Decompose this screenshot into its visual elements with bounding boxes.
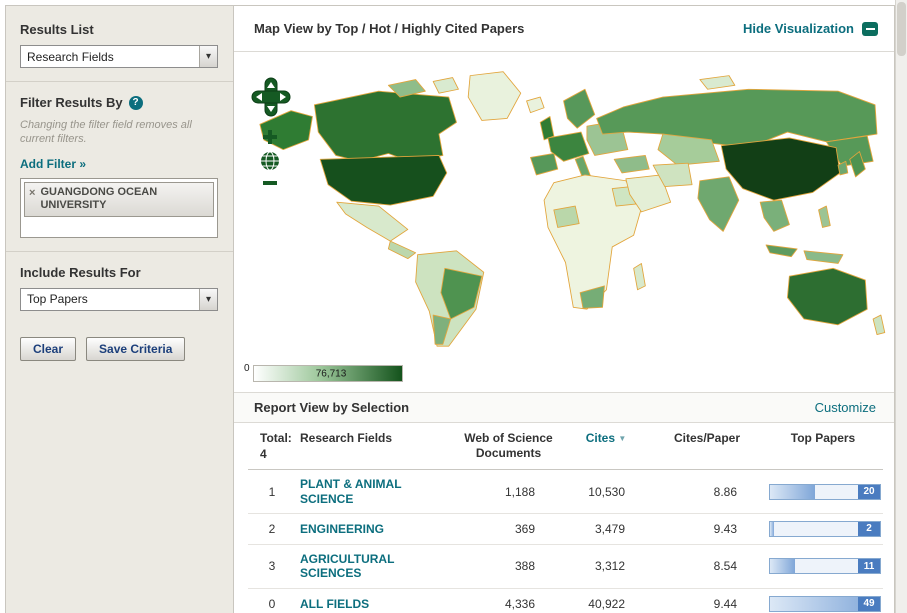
results-list-select[interactable]: Research Fields ▾ [20,45,218,68]
hide-visualization-link[interactable]: Hide Visualization [743,21,854,36]
app-frame: Results List Research Fields ▾ Filter Re… [5,5,895,613]
report-title: Report View by Selection [254,400,409,415]
map-canvas [242,62,890,359]
cites-per-paper-cell: 9.43 [651,513,763,544]
top-papers-value: 2 [858,522,880,536]
top-papers-value: 20 [858,485,880,499]
field-link[interactable]: ALL FIELDS [300,597,369,611]
field-link[interactable]: AGRICULTURAL SCIENCES [300,552,452,581]
filter-tag[interactable]: × GUANGDONG OCEAN UNIVERSITY [24,182,214,218]
divider [6,251,233,252]
add-filter-link[interactable]: Add Filter » [20,157,86,171]
page: Results List Research Fields ▾ Filter Re… [0,0,907,613]
legend-min-label: 0 [244,363,250,374]
scrollbar[interactable] [895,0,907,613]
clear-button[interactable]: Clear [20,337,76,361]
include-results-label: Include Results For [20,265,219,280]
include-results-value: Top Papers [27,292,88,306]
legend-max-label: 76,713 [316,368,347,379]
cites-per-paper-cell: 8.86 [651,470,763,514]
top-papers-bar: 49 [769,596,881,612]
report-table: Total: 4 Research Fields Web of Science … [248,423,883,613]
table-row: 3 AGRICULTURAL SCIENCES 388 3,312 8.54 1… [248,544,883,588]
world-map[interactable] [242,62,890,354]
col-header-documents[interactable]: Web of Science Documents [456,423,561,470]
total-value: 4 [260,447,292,463]
field-link[interactable]: ENGINEERING [300,522,384,536]
divider [6,81,233,82]
cites-cell: 40,922 [561,588,651,613]
map-zoom-control[interactable] [258,128,282,199]
top-papers-bar: 2 [769,521,881,537]
total-label: Total: [260,431,292,447]
docs-cell: 388 [456,544,561,588]
scrollbar-thumb[interactable] [897,2,906,56]
docs-cell: 4,336 [456,588,561,613]
main-panel: Map View by Top / Hot / Highly Cited Pap… [234,6,894,613]
col-header-cites[interactable]: Cites ▼ [561,423,651,470]
cites-header-label: Cites [586,431,615,445]
docs-cell: 369 [456,513,561,544]
table-row: 2 ENGINEERING 369 3,479 9.43 2 [248,513,883,544]
map-area: 0 76,713 [234,52,894,392]
col-header-top-papers[interactable]: Top Papers [763,423,883,470]
top-papers-value: 11 [858,559,880,573]
col-header-cites-per-paper[interactable]: Cites/Paper [651,423,763,470]
rank-cell: 3 [248,544,296,588]
collapse-icon[interactable] [862,22,878,36]
legend-gradient: 76,713 [253,365,403,382]
top-papers-bar: 20 [769,484,881,500]
chevron-down-icon: ▾ [199,46,217,67]
filter-note: Changing the filter field removes all cu… [20,118,219,147]
top-papers-value: 49 [858,597,880,611]
total-block: Total: 4 [252,431,292,462]
sidebar: Results List Research Fields ▾ Filter Re… [6,6,234,613]
filter-list: × GUANGDONG OCEAN UNIVERSITY [20,178,218,238]
map-pan-control[interactable] [250,76,292,123]
customize-link[interactable]: Customize [815,400,876,415]
remove-filter-icon[interactable]: × [29,187,35,201]
map-panel-header: Map View by Top / Hot / Highly Cited Pap… [234,6,894,52]
docs-cell: 1,188 [456,470,561,514]
top-papers-bar: 11 [769,558,881,574]
zoom-out-icon [263,181,277,185]
report-table-wrap: Total: 4 Research Fields Web of Science … [234,423,894,613]
cites-cell: 10,530 [561,470,651,514]
rank-cell: 0 [248,588,296,613]
field-link[interactable]: PLANT & ANIMAL SCIENCE [300,477,452,506]
table-row: 0 ALL FIELDS 4,336 40,922 9.44 49 [248,588,883,613]
cites-cell: 3,312 [561,544,651,588]
chevron-down-icon: ▾ [199,289,217,310]
rank-cell: 2 [248,513,296,544]
table-row: 1 PLANT & ANIMAL SCIENCE 1,188 10,530 8.… [248,470,883,514]
map-panel-title: Map View by Top / Hot / Highly Cited Pap… [254,21,524,36]
include-results-select[interactable]: Top Papers ▾ [20,288,218,311]
save-criteria-button[interactable]: Save Criteria [86,337,185,361]
cites-cell: 3,479 [561,513,651,544]
results-list-value: Research Fields [27,50,114,64]
sort-desc-icon: ▼ [618,434,626,443]
results-list-label: Results List [20,22,219,37]
filter-tag-label: GUANGDONG OCEAN UNIVERSITY [40,186,207,214]
report-header: Report View by Selection Customize [234,392,894,423]
filter-by-label: Filter Results By [20,95,123,110]
cites-per-paper-cell: 8.54 [651,544,763,588]
map-legend: 0 76,713 [244,365,403,382]
rank-cell: 1 [248,470,296,514]
help-icon[interactable]: ? [129,96,143,110]
cites-per-paper-cell: 9.44 [651,588,763,613]
col-header-research-fields[interactable]: Research Fields [296,423,456,470]
